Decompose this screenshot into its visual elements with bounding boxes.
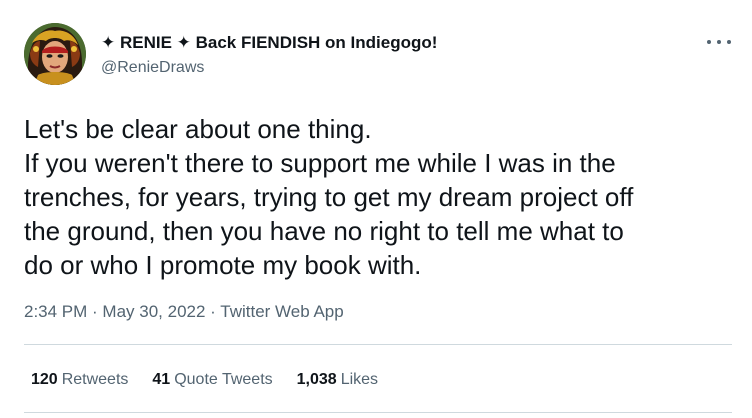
tweet-text-line: the ground, then you have no right to te… <box>24 216 624 246</box>
tweet-date[interactable]: May 30, 2022 <box>102 302 205 321</box>
retweets-stat[interactable]: 120 Retweets <box>31 371 128 389</box>
tweet-text-line: If you weren't there to support me while… <box>24 148 616 178</box>
more-options-button[interactable] <box>707 34 731 50</box>
retweets-label: Retweets <box>61 371 129 388</box>
ellipsis-icon <box>717 40 721 44</box>
tweet-text-line: Let's be clear about one thing. <box>24 114 372 144</box>
ellipsis-icon <box>707 40 711 44</box>
likes-count: 1,038 <box>296 371 337 388</box>
tweet-text-line: trenches, for years, trying to get my dr… <box>24 182 634 212</box>
author-handle[interactable]: @RenieDraws <box>101 59 204 77</box>
quote-tweets-stat[interactable]: 41 Quote Tweets <box>152 371 272 389</box>
tweet-text-line: do or who I promote my book with. <box>24 250 422 280</box>
tweet-meta: 2:34 PM · May 30, 2022 · Twitter Web App <box>24 302 344 322</box>
tweet-time[interactable]: 2:34 PM <box>24 302 87 321</box>
meta-separator: · <box>205 302 221 321</box>
tweet-text: Let's be clear about one thing. If you w… <box>24 112 724 282</box>
quote-tweets-label: Quote Tweets <box>174 371 273 388</box>
retweets-count: 120 <box>31 371 58 388</box>
quote-tweets-count: 41 <box>152 371 171 388</box>
author-display-name[interactable]: ✦ RENIE ✦ Back FIENDISH on Indiegogo! <box>101 33 437 53</box>
likes-stat[interactable]: 1,038 Likes <box>297 371 378 389</box>
avatar[interactable] <box>24 23 86 85</box>
avatar-illustration-icon <box>24 23 86 85</box>
likes-label: Likes <box>340 371 379 388</box>
tweet-source-app[interactable]: Twitter Web App <box>220 302 343 321</box>
meta-separator: · <box>87 302 103 321</box>
divider <box>24 344 732 345</box>
ellipsis-icon <box>727 40 731 44</box>
tweet-stats: 120 Retweets 41 Quote Tweets 1,038 Likes <box>31 371 378 389</box>
divider <box>24 412 732 413</box>
tweet-card: ✦ RENIE ✦ Back FIENDISH on Indiegogo! @R… <box>0 0 752 418</box>
